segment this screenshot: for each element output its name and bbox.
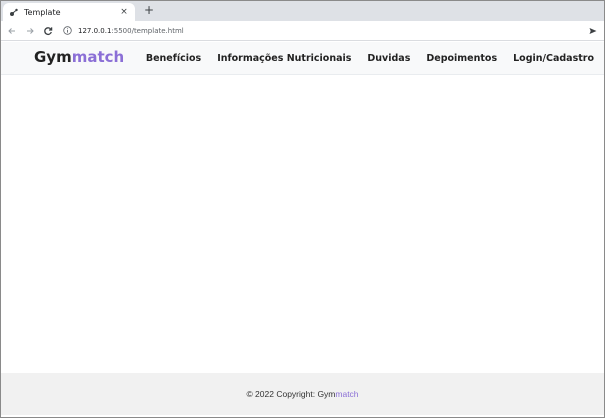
brand-logo[interactable]: Gymmatch	[34, 48, 124, 66]
web-page: Gymmatch Benefícios Informações Nutricio…	[1, 42, 604, 417]
brand-accent: match	[71, 48, 125, 66]
brand-main: Gym	[34, 48, 72, 66]
footer-copyright: © 2022 Copyright: Gymmatch	[246, 389, 358, 399]
nav-link-beneficios[interactable]: Benefícios	[146, 53, 201, 64]
back-icon[interactable]	[5, 24, 19, 38]
info-icon[interactable]	[63, 26, 72, 35]
tab-strip: Template × +	[1, 1, 604, 21]
tab-close-icon[interactable]: ×	[119, 7, 129, 17]
footer-brand-accent: match	[335, 389, 359, 399]
forward-icon[interactable]	[23, 24, 37, 38]
site-navbar: Gymmatch Benefícios Informações Nutricio…	[1, 42, 604, 75]
tab-favicon-icon	[9, 7, 19, 17]
main-content	[1, 75, 604, 373]
footer-prefix: © 2022 Copyright:	[246, 389, 318, 399]
site-footer: © 2022 Copyright: Gymmatch	[1, 373, 604, 415]
nav-link-depoimentos[interactable]: Depoimentos	[426, 53, 497, 64]
browser-window: Template × + 127.0.0.1 :5500/template.ht…	[0, 0, 605, 418]
nav-link-informacoes-nutricionais[interactable]: Informações Nutricionais	[217, 53, 351, 64]
send-tab-icon[interactable]	[588, 26, 598, 36]
address-toolbar: 127.0.0.1 :5500/template.html	[1, 21, 604, 41]
address-bar[interactable]: 127.0.0.1 :5500/template.html	[63, 24, 588, 38]
new-tab-button[interactable]: +	[142, 3, 156, 17]
footer-brand-main: Gym	[317, 389, 336, 399]
browser-tab[interactable]: Template ×	[3, 3, 135, 21]
reload-icon[interactable]	[41, 24, 55, 38]
nav-link-login-cadastro[interactable]: Login/Cadastro	[513, 53, 594, 64]
url-path: :5500/template.html	[111, 26, 184, 35]
tab-title: Template	[24, 7, 61, 17]
nav-links: Benefícios Informações Nutricionais Duvi…	[130, 42, 594, 75]
url-host: 127.0.0.1	[78, 26, 112, 35]
nav-link-duvidas[interactable]: Duvidas	[367, 53, 410, 64]
